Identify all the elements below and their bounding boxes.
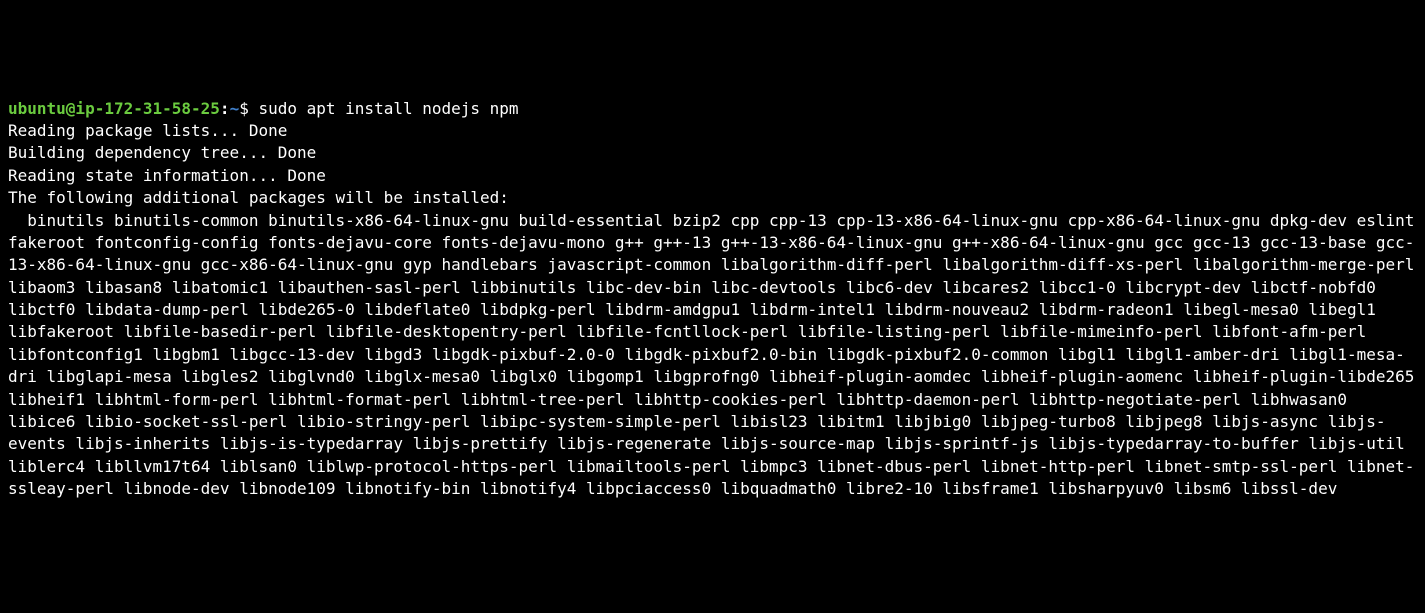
prompt-path: ~ <box>230 99 240 118</box>
output-line: The following additional packages will b… <box>8 188 509 207</box>
output-line: Reading state information... Done <box>8 166 326 185</box>
output-line: Building dependency tree... Done <box>8 143 316 162</box>
prompt-colon: : <box>220 99 230 118</box>
output-line: Reading package lists... Done <box>8 121 287 140</box>
prompt-dollar: $ <box>239 99 258 118</box>
terminal[interactable]: ubuntu@ip-172-31-58-25:~$ sudo apt insta… <box>8 98 1417 501</box>
command-text: sudo apt install nodejs npm <box>258 99 518 118</box>
package-list: binutils binutils-common binutils-x86-64… <box>8 211 1424 499</box>
prompt-user-host: ubuntu@ip-172-31-58-25 <box>8 99 220 118</box>
